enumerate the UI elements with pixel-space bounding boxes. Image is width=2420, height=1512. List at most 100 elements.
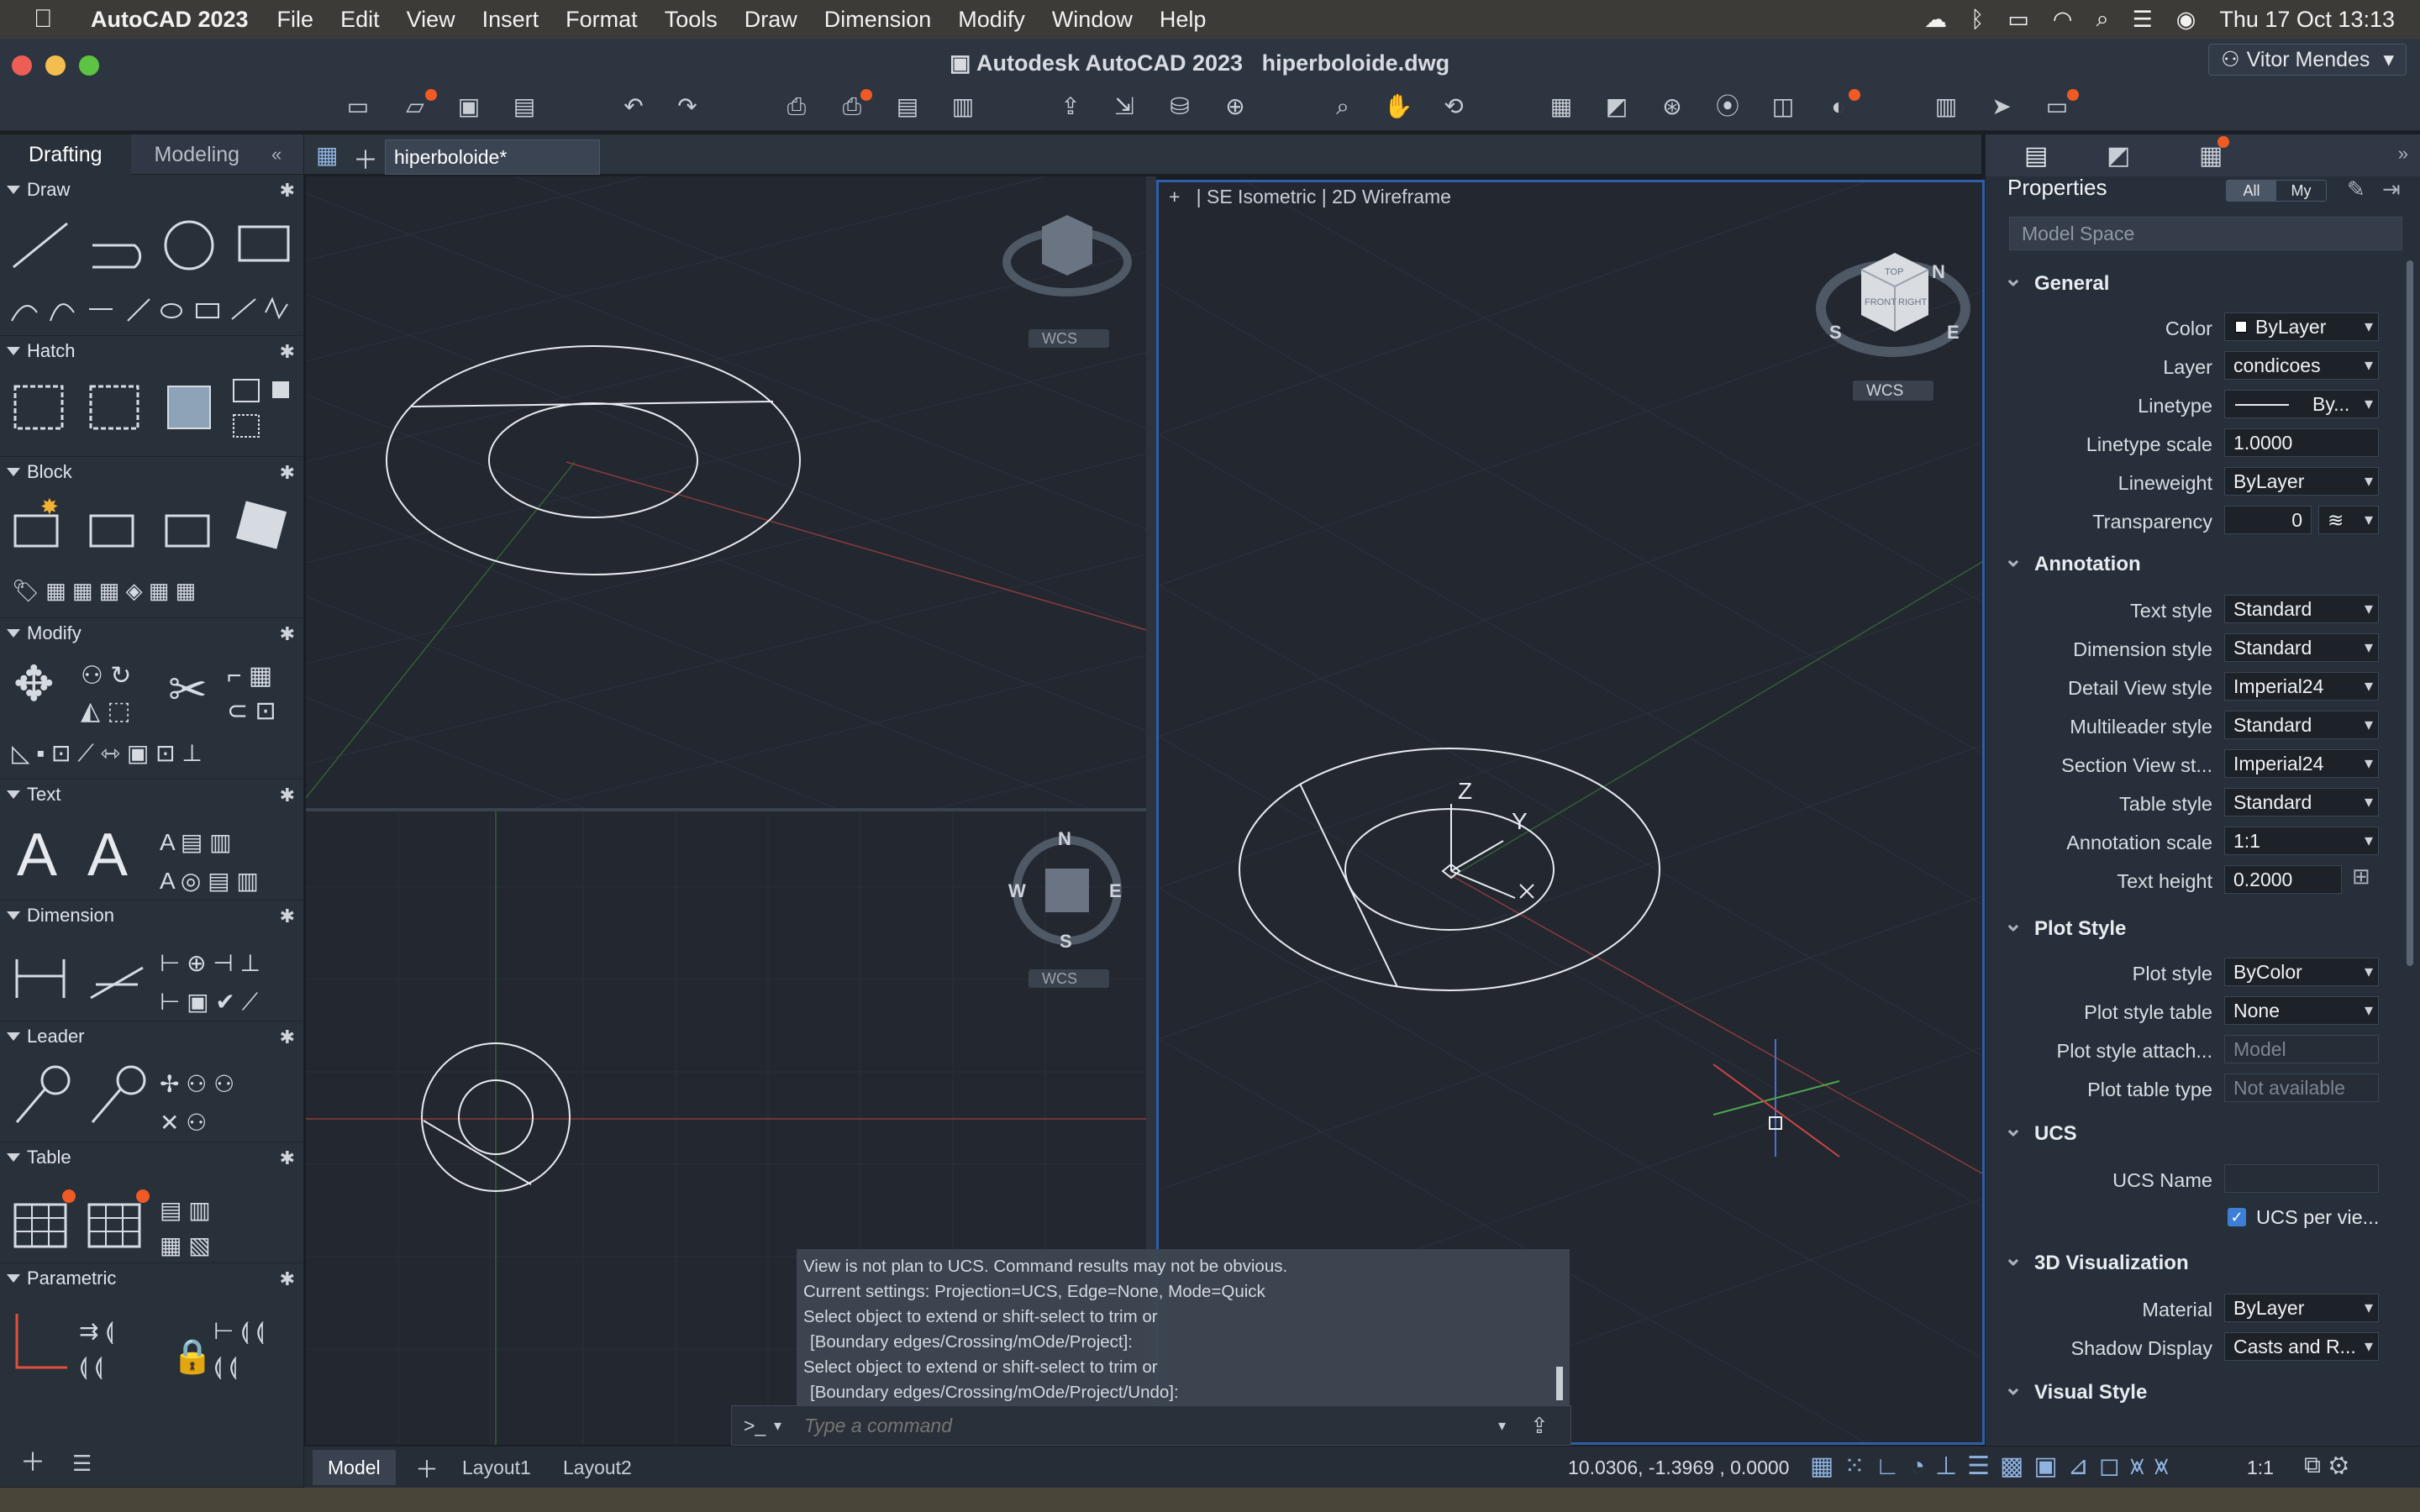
- selection-cycling-icon[interactable]: ▣: [2033, 1452, 2067, 1480]
- app-menu[interactable]: AutoCAD 2023: [91, 7, 249, 33]
- match-properties-icon[interactable]: ▦: [1546, 92, 1576, 121]
- web-icon[interactable]: ⊕: [1220, 92, 1250, 121]
- menu-window[interactable]: Window: [1052, 7, 1133, 33]
- zoom-window-icon[interactable]: ⌕: [1328, 92, 1358, 121]
- ortho-icon[interactable]: ∟: [1876, 1452, 1910, 1480]
- screen-icon[interactable]: ▭: [2042, 89, 2079, 121]
- redo-icon[interactable]: ↷: [672, 92, 702, 121]
- osnap-icon[interactable]: ⊿: [2068, 1452, 2099, 1480]
- group-3d-visualization[interactable]: 3D Visualization: [2004, 1245, 2189, 1275]
- tab-modeling[interactable]: Modeling: [131, 134, 263, 175]
- gear-icon[interactable]: ✱: [280, 1026, 295, 1048]
- modify-tools-icons[interactable]: ✥ ⚇ ↻ ◭ ⬚ ✂ ⌐ ▦ ⊂ ⊡ ◺ ▪ ⊡ ⟋ ⇿ ▣ ⊡ ⊥: [12, 652, 297, 778]
- save-icon[interactable]: ▣: [454, 92, 484, 121]
- export-icon[interactable]: ▥: [948, 92, 978, 121]
- menu-edit[interactable]: Edit: [340, 7, 380, 33]
- ucs-per-viewport-checkbox[interactable]: ✓: [2228, 1208, 2246, 1226]
- dynamic-ucs-icon[interactable]: ◻: [2099, 1452, 2130, 1480]
- control-center-icon[interactable]: ☰: [2133, 7, 2153, 33]
- tab-drafting[interactable]: Drafting: [0, 134, 131, 175]
- layer-icon[interactable]: ◩: [1602, 92, 1632, 121]
- transparency-dropdown[interactable]: ≋: [2318, 506, 2379, 534]
- section-draw-header[interactable]: Draw: [0, 175, 303, 205]
- section-leader-header[interactable]: Leader: [0, 1021, 303, 1052]
- tab-layout2[interactable]: Layout2: [548, 1450, 647, 1485]
- visual-style-control[interactable]: 2D Wireframe: [1332, 186, 1451, 207]
- shadow-display-dropdown[interactable]: Casts and R...: [2224, 1332, 2379, 1361]
- group-annotation[interactable]: Annotation: [2004, 546, 2141, 576]
- layer-dropdown[interactable]: condicoes: [2224, 351, 2379, 380]
- viewport-top-left[interactable]: WCS: [306, 176, 1146, 808]
- node-icon[interactable]: ⦿: [1712, 92, 1743, 121]
- menu-draw[interactable]: Draw: [744, 7, 797, 33]
- lineweight-dropdown[interactable]: ByLayer: [2224, 467, 2379, 496]
- menu-dimension[interactable]: Dimension: [824, 7, 932, 33]
- dimension-style-dropdown[interactable]: Standard: [2224, 633, 2379, 662]
- close-window-button[interactable]: [12, 55, 32, 76]
- pan-icon[interactable]: ✋: [1383, 92, 1413, 121]
- viewport-menu-button[interactable]: +: [1169, 186, 1180, 207]
- table-style-dropdown[interactable]: Standard: [2224, 788, 2379, 816]
- section-table-header[interactable]: Table: [0, 1142, 303, 1173]
- group-visual-style[interactable]: Visual Style: [2004, 1374, 2147, 1404]
- tab-model[interactable]: Model: [313, 1450, 396, 1485]
- workspace-icon[interactable]: ⧉: [2304, 1452, 2329, 1478]
- clock[interactable]: Thu 17 Oct 13:13: [2219, 7, 2395, 33]
- gear-icon[interactable]: ✱: [280, 1268, 295, 1290]
- command-input[interactable]: [804, 1411, 1392, 1440]
- transparency-icon[interactable]: ▩: [2000, 1452, 2033, 1480]
- zoom-window-button[interactable]: [79, 55, 99, 76]
- properties-toggle[interactable]: All My: [2226, 180, 2327, 202]
- dwg-compare-icon[interactable]: ◫: [1768, 92, 1798, 121]
- group-plot-style[interactable]: Plot Style: [2004, 911, 2126, 941]
- section-parametric-header[interactable]: Parametric: [0, 1263, 303, 1294]
- plot-style-table-dropdown[interactable]: None: [2224, 996, 2379, 1025]
- group-general[interactable]: General: [2004, 265, 2109, 296]
- history-scrollbar[interactable]: [1556, 1367, 1563, 1400]
- sheet-icon[interactable]: ▥: [1931, 92, 1961, 121]
- autoscale-icon[interactable]: ⩙: [2154, 1452, 2179, 1480]
- menu-tools[interactable]: Tools: [665, 7, 718, 33]
- chevron-down-icon[interactable]: ▾: [1498, 1406, 1506, 1445]
- menu-help[interactable]: Help: [1160, 7, 1207, 33]
- publish-icon[interactable]: ▤: [892, 92, 923, 121]
- geolocation-icon[interactable]: ⊛: [1657, 92, 1687, 121]
- select-objects-icon[interactable]: ⇥: [2382, 176, 2401, 202]
- add-layout-icon[interactable]: ＋: [415, 1452, 439, 1485]
- hatch-tools-icons[interactable]: [12, 373, 297, 449]
- dimension-tools-icons[interactable]: ⊢ ⊕ ⊣ ⊥ ⊢ ▣ ✔ ⟋: [12, 934, 297, 1018]
- search-icon[interactable]: ⌕: [2096, 6, 2108, 33]
- section-hatch-header[interactable]: Hatch: [0, 336, 303, 366]
- gear-icon[interactable]: ✱: [280, 785, 295, 806]
- share-icon[interactable]: ⇪: [1530, 1406, 1549, 1445]
- user-menu[interactable]: ⚇ Vitor Mendes ▾: [2208, 44, 2407, 76]
- send-icon[interactable]: ➤: [1986, 92, 2017, 121]
- undo-icon[interactable]: ↶: [618, 92, 649, 121]
- plot-icon[interactable]: ⎙: [781, 92, 812, 121]
- gear-icon[interactable]: ✱: [280, 341, 295, 363]
- gear-icon[interactable]: ✱: [280, 462, 295, 484]
- horizontal-splitter[interactable]: [306, 808, 1146, 811]
- apple-icon[interactable]: : [34, 5, 67, 34]
- new-file-icon[interactable]: ▭: [343, 92, 373, 121]
- annotation-scale-dropdown[interactable]: 1:1: [2224, 827, 2379, 855]
- wcs-dropdown[interactable]: WCS: [1853, 381, 1933, 401]
- toggle-all[interactable]: All: [2227, 181, 2276, 201]
- parametric-tools-icons[interactable]: ⇉ ⟬ ⟬ ⟬ 🔒 ⊢ ⟬ ⟬ ⟬ ⟬: [12, 1297, 297, 1381]
- snap-icon[interactable]: ⁙: [1844, 1452, 1875, 1480]
- command-prompt-button[interactable]: >_: [744, 1406, 765, 1445]
- siri-icon[interactable]: ◉: [2176, 7, 2196, 33]
- isodraft-icon[interactable]: ⊥: [1935, 1452, 1967, 1480]
- text-height-field[interactable]: 0.2000: [2224, 865, 2342, 894]
- properties-tab-icon[interactable]: ▤: [2024, 141, 2048, 171]
- gear-icon[interactable]: ✱: [280, 180, 295, 202]
- collapse-icon[interactable]: «: [271, 144, 281, 165]
- lineweight-icon[interactable]: ☰: [1967, 1452, 2000, 1480]
- linetype-scale-field[interactable]: 1.0000: [2224, 428, 2379, 457]
- view-control[interactable]: SE Isometric: [1207, 186, 1316, 207]
- wifi-icon[interactable]: ◠: [2053, 7, 2073, 33]
- open-file-icon[interactable]: ▱: [400, 89, 437, 121]
- section-modify-header[interactable]: Modify: [0, 618, 303, 648]
- gear-icon[interactable]: ✱: [280, 906, 295, 927]
- menu-file[interactable]: File: [277, 7, 314, 33]
